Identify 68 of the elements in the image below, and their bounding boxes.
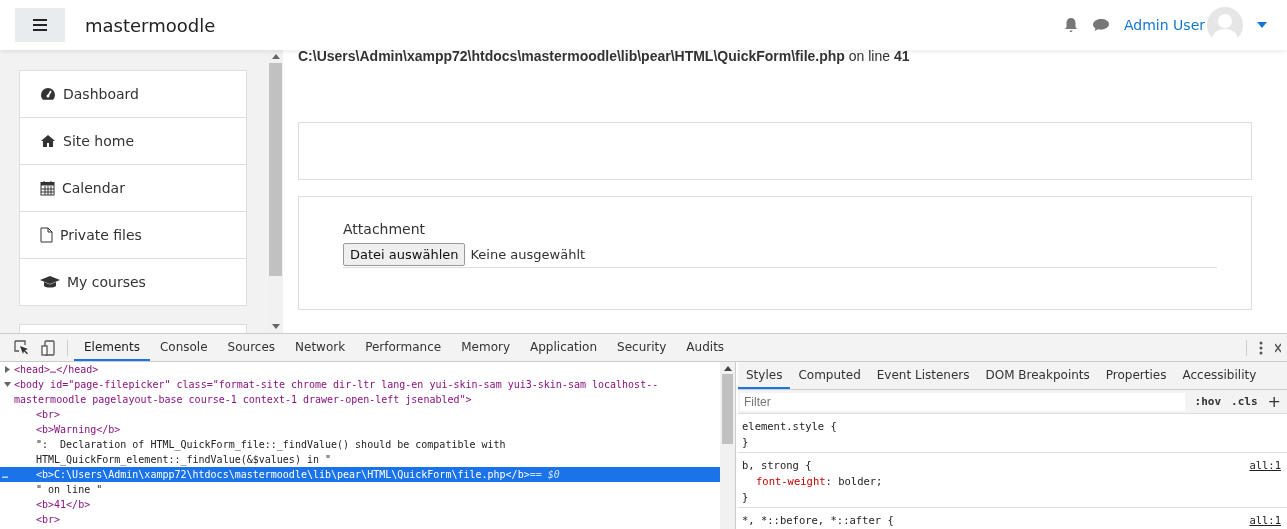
gauge-icon [40,87,56,101]
field-label: Attachment [343,221,427,237]
styles-tab[interactable]: Computed [790,362,869,389]
nav-item[interactable]: Private files [20,212,246,259]
dom-node[interactable]: ": Declaration of HTML_QuickForm_file::_findValue() should be compatible with HTML_QuickForm_element::_findValue(&$values) in " [0,437,720,467]
devtools-tab[interactable]: Audits [676,334,735,361]
class-toggle[interactable]: .cls [1231,395,1258,408]
hover-state-toggle[interactable]: :hov [1194,395,1222,408]
filter-field[interactable]: Filter [740,392,1185,411]
caret-icon[interactable] [1257,22,1267,28]
css-selector: element.style { [742,419,837,434]
dom-node[interactable]: <b>41</b> [0,497,720,512]
site-name[interactable]: mastermoodle [85,14,216,36]
new-rule-button[interactable]: + [1267,392,1281,411]
styles-tab[interactable]: Event Listeners [868,362,978,389]
scroll-up-icon[interactable] [271,54,280,59]
css-declaration[interactable]: font-weight: bolder; [742,473,1281,489]
graduation-cap-icon [40,275,60,289]
menu-icon [33,19,47,31]
styles-tab[interactable]: Properties [1097,362,1175,389]
closing-brace: } [742,490,750,505]
choose-file-button[interactable]: Datei auswählen [343,243,466,266]
source-link[interactable]: all:1 [1249,457,1281,473]
css-selector: *, *::before, *::after { [742,513,894,528]
dom-node[interactable]: " on line " [0,482,720,497]
css-selector: b, strong { [742,458,812,473]
devtools-tab[interactable]: Sources [217,334,286,361]
file-icon [40,227,53,243]
file-status: Keine ausgewählt [470,247,586,262]
scroll-down-icon[interactable] [271,324,280,329]
more-options-icon[interactable] [1259,340,1263,355]
dom-node[interactable]: <b>Warning</b> [0,422,720,437]
devtools-tab[interactable]: Memory [451,334,520,361]
device-icon[interactable] [41,339,55,356]
bell-icon[interactable] [1064,17,1078,33]
devtools-tab[interactable]: Performance [355,334,452,361]
calendar-icon [40,180,55,196]
devtools-tab[interactable]: Elements [74,334,150,361]
warning-text: C:\Users\Admin\xampp72\htdocs\mastermoodle\lib\pear\HTML\QuickForm\file.php on line 41 [298,50,911,64]
dom-node[interactable]: <head>…</head> [0,362,720,377]
devtools-tab[interactable]: Console [149,334,218,361]
close-icon[interactable] [1275,342,1281,353]
devtools-tab[interactable]: Application [520,334,608,361]
inspect-cursor-icon[interactable] [14,340,29,355]
user-name[interactable]: Admin User [1124,17,1205,33]
nav-item[interactable]: My courses [20,259,246,305]
devtools-tab[interactable]: Network [285,334,356,361]
styles-tab[interactable]: Accessibility [1174,362,1265,389]
scrollbar-thumb[interactable] [269,63,282,276]
dom-node[interactable]: <br> [0,407,720,422]
dom-node[interactable]: <body id="page-filepicker" class="format-site chrome dir-ltr lang-en yui-skin-sam yui3-skin-sam localhost--mastermoodle pagelayout-base course-1 context-1 drawer-open-left jsenabled"> [0,377,720,407]
scrollbar-thumb[interactable] [722,374,733,444]
scroll-up-icon[interactable] [723,366,732,371]
nav-item[interactable]: Dashboard [20,71,246,118]
source-link[interactable]: all:1 [1249,512,1281,528]
devtools-tab[interactable]: Security [607,334,677,361]
home-icon [40,134,56,148]
gutter-mark[interactable]: … [2,467,9,482]
dom-node[interactable]: <br> [0,512,720,527]
scrollbar[interactable] [720,362,736,529]
dom-node[interactable]: … <b>C:\Users\Admin\xampp72\htdocs\mastermoodle\lib\pear\HTML\QuickForm\file.php</b>== $0 [0,467,720,482]
menu-button[interactable] [15,8,65,42]
styles-tab[interactable]: DOM Breakpoints [977,362,1098,389]
nav-item[interactable]: Calendar [20,165,246,212]
scrollbar[interactable] [268,50,283,333]
chat-icon[interactable] [1092,18,1110,32]
closing-brace: } [742,435,750,450]
nav-item[interactable]: Site home [20,118,246,165]
